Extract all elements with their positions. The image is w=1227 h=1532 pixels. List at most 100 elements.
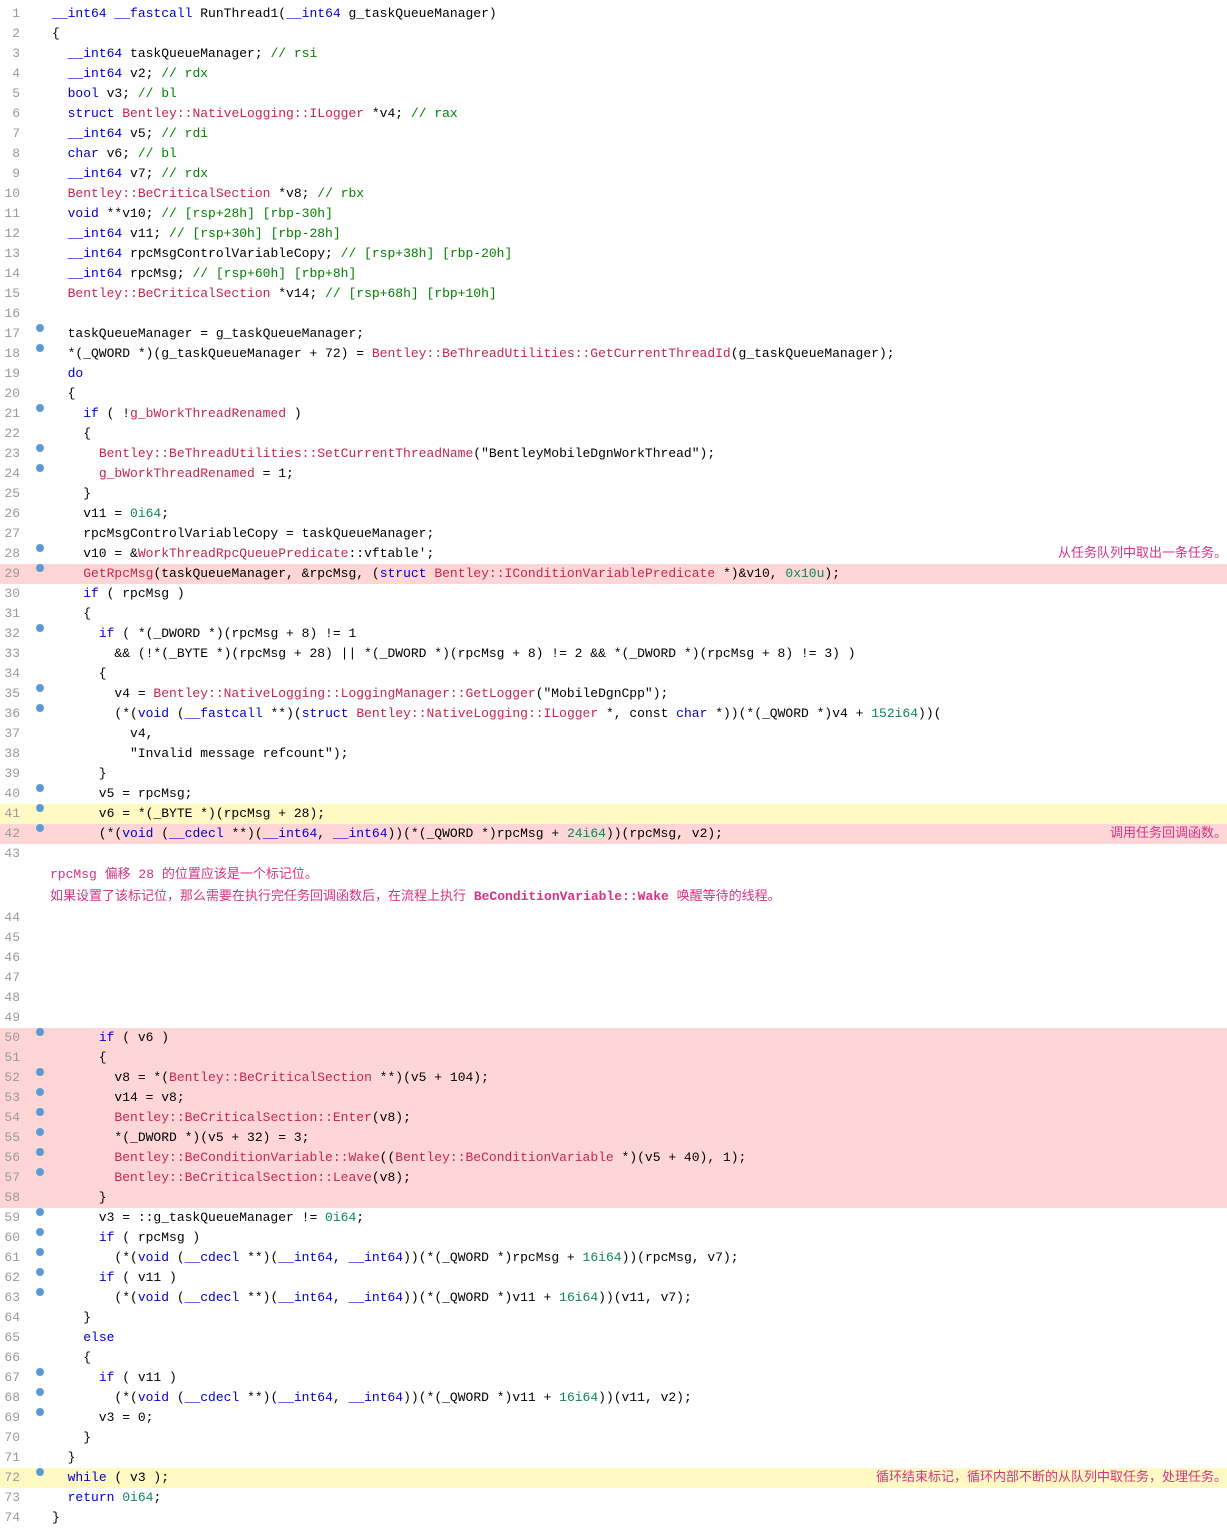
breakpoint-col[interactable]	[32, 804, 48, 812]
code-text: *(_QWORD *)(g_taskQueueManager + 72) = B…	[48, 344, 1227, 364]
annotation-block: rpcMsg 偏移 28 的位置应该是一个标记位。如果设置了该标记位，那么需要在…	[0, 864, 1227, 908]
line-number: 46	[0, 948, 32, 968]
code-text: v5 = rpcMsg;	[48, 784, 1227, 804]
code-line: 21 if ( !g_bWorkThreadRenamed )	[0, 404, 1227, 424]
line-number: 9	[0, 164, 32, 184]
breakpoint-dot	[36, 544, 44, 552]
breakpoint-dot	[36, 1148, 44, 1156]
breakpoint-col[interactable]	[32, 1108, 48, 1116]
code-text: v11 = 0i64;	[48, 504, 1227, 524]
line-number: 43	[0, 844, 32, 864]
breakpoint-col[interactable]	[32, 1148, 48, 1156]
breakpoint-col[interactable]	[32, 544, 48, 552]
breakpoint-col[interactable]	[32, 1468, 48, 1476]
code-line: 17 taskQueueManager = g_taskQueueManager…	[0, 324, 1227, 344]
code-text: do	[48, 364, 1227, 384]
line-number: 66	[0, 1348, 32, 1368]
code-text: (*(void (__cdecl **)(__int64, __int64))(…	[48, 1288, 1227, 1308]
breakpoint-col[interactable]	[32, 704, 48, 712]
breakpoint-col[interactable]	[32, 784, 48, 792]
breakpoint-col[interactable]	[32, 444, 48, 452]
breakpoint-col[interactable]	[32, 1368, 48, 1376]
breakpoint-col[interactable]	[32, 1288, 48, 1296]
code-line: 8 char v6; // bl	[0, 144, 1227, 164]
code-text: else	[48, 1328, 1227, 1348]
line-number: 53	[0, 1088, 32, 1108]
code-text: bool v3; // bl	[48, 84, 1227, 104]
code-text: char v6; // bl	[48, 144, 1227, 164]
breakpoint-col[interactable]	[32, 1208, 48, 1216]
code-line: 70 }	[0, 1428, 1227, 1448]
breakpoint-col[interactable]	[32, 1088, 48, 1096]
code-text: *(_DWORD *)(v5 + 32) = 3;	[48, 1128, 1227, 1148]
line-number: 14	[0, 264, 32, 284]
line-number: 67	[0, 1368, 32, 1388]
line-number: 7	[0, 124, 32, 144]
line-number: 12	[0, 224, 32, 244]
breakpoint-col[interactable]	[32, 1388, 48, 1396]
code-text: }	[48, 1308, 1227, 1328]
breakpoint-col[interactable]	[32, 344, 48, 352]
code-line: 50 if ( v6 )	[0, 1028, 1227, 1048]
code-text: void **v10; // [rsp+28h] [rbp-30h]	[48, 204, 1227, 224]
code-line: 61 (*(void (__cdecl **)(__int64, __int64…	[0, 1248, 1227, 1268]
code-text: {	[48, 1048, 1227, 1068]
line-number: 74	[0, 1508, 32, 1528]
breakpoint-col[interactable]	[32, 1128, 48, 1136]
code-line: 49	[0, 1008, 1227, 1028]
line-number: 18	[0, 344, 32, 364]
code-text: if ( v11 )	[48, 1268, 1227, 1288]
code-text: Bentley::BeCriticalSection *v14; // [rsp…	[48, 284, 1227, 304]
breakpoint-col[interactable]	[32, 1268, 48, 1276]
breakpoint-dot	[36, 1128, 44, 1136]
code-text: {	[48, 24, 1227, 44]
line-number: 57	[0, 1168, 32, 1188]
line-number: 23	[0, 444, 32, 464]
breakpoint-col[interactable]	[32, 824, 48, 832]
code-line: 44	[0, 908, 1227, 928]
breakpoint-dot	[36, 1268, 44, 1276]
line-number: 3	[0, 44, 32, 64]
code-line: 22 {	[0, 424, 1227, 444]
line-number: 25	[0, 484, 32, 504]
line-number: 44	[0, 908, 32, 928]
breakpoint-dot	[36, 1468, 44, 1476]
line-number: 64	[0, 1308, 32, 1328]
breakpoint-col[interactable]	[32, 1168, 48, 1176]
breakpoint-col[interactable]	[32, 1068, 48, 1076]
line-number: 70	[0, 1428, 32, 1448]
code-text: __int64 v7; // rdx	[48, 164, 1227, 184]
line-number: 32	[0, 624, 32, 644]
breakpoint-dot	[36, 684, 44, 692]
breakpoint-col[interactable]	[32, 324, 48, 332]
breakpoint-dot	[36, 1288, 44, 1296]
breakpoint-dot	[36, 1388, 44, 1396]
breakpoint-dot	[36, 704, 44, 712]
breakpoint-dot	[36, 1108, 44, 1116]
breakpoint-col[interactable]	[32, 464, 48, 472]
code-text: v3 = ::g_taskQueueManager != 0i64;	[48, 1208, 1227, 1228]
breakpoint-col[interactable]	[32, 1028, 48, 1036]
line-number: 4	[0, 64, 32, 84]
code-text: v4,	[48, 724, 1227, 744]
breakpoint-col[interactable]	[32, 1248, 48, 1256]
code-line: 68 (*(void (__cdecl **)(__int64, __int64…	[0, 1388, 1227, 1408]
breakpoint-col[interactable]	[32, 564, 48, 572]
code-line: 51 {	[0, 1048, 1227, 1068]
breakpoint-dot	[36, 344, 44, 352]
breakpoint-col[interactable]	[32, 624, 48, 632]
line-number: 41	[0, 804, 32, 824]
breakpoint-col[interactable]	[32, 404, 48, 412]
code-text: __int64 v5; // rdi	[48, 124, 1227, 144]
breakpoint-col[interactable]	[32, 1408, 48, 1416]
breakpoint-dot	[36, 1208, 44, 1216]
code-line: 26 v11 = 0i64;	[0, 504, 1227, 524]
code-text: Bentley::BeCriticalSection::Enter(v8);	[48, 1108, 1227, 1128]
breakpoint-col[interactable]	[32, 1228, 48, 1236]
line-number: 13	[0, 244, 32, 264]
code-text: Bentley::BeConditionVariable::Wake((Bent…	[48, 1148, 1227, 1168]
breakpoint-col[interactable]	[32, 684, 48, 692]
code-line: 73 return 0i64;	[0, 1488, 1227, 1508]
line-number: 38	[0, 744, 32, 764]
code-text: if ( v11 )	[48, 1368, 1227, 1388]
